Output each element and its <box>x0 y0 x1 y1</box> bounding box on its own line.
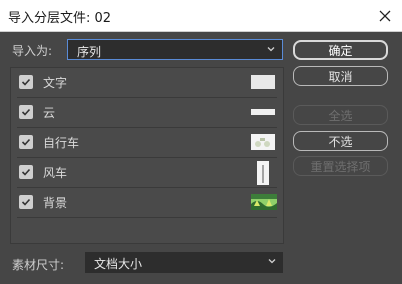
checkmark-icon <box>21 78 31 86</box>
layer-thumbnail <box>251 194 277 210</box>
import-as-select[interactable]: 序列 <box>67 39 283 60</box>
layer-thumbnail <box>251 134 275 150</box>
reset-selection-button[interactable]: 重置选择项 <box>293 156 388 176</box>
import-as-value: 序列 <box>77 45 102 59</box>
layer-row-text[interactable]: 文字 <box>11 68 283 98</box>
footage-size-select[interactable]: 文档大小 <box>85 252 283 273</box>
layer-row-background[interactable]: 背景 <box>11 188 283 218</box>
ok-button[interactable]: 确定 <box>293 40 388 60</box>
checkmark-icon <box>21 138 31 146</box>
checkmark-icon <box>21 108 31 116</box>
title-bar: 导入分层文件: 02 <box>0 0 402 32</box>
checkmark-icon <box>21 198 31 206</box>
layer-thumbnail <box>257 161 269 185</box>
window-title: 导入分层文件: 02 <box>8 11 112 26</box>
select-all-button[interactable]: 全选 <box>293 105 388 125</box>
layer-name: 风车 <box>43 166 68 180</box>
layer-row-bicycle[interactable]: 自行车 <box>11 128 283 158</box>
cancel-button[interactable]: 取消 <box>293 66 388 86</box>
layer-thumbnail <box>251 75 275 89</box>
layer-name: 文字 <box>43 76 68 90</box>
layer-checkbox[interactable] <box>19 195 33 209</box>
chevron-down-icon <box>268 259 276 264</box>
layer-name: 自行车 <box>43 136 80 150</box>
layer-list: 文字 云 自行车 风车 背景 <box>10 67 284 244</box>
layer-checkbox[interactable] <box>19 165 33 179</box>
layer-checkbox[interactable] <box>19 75 33 89</box>
row-divider <box>17 217 277 218</box>
close-button[interactable] <box>368 0 402 32</box>
deselect-button[interactable]: 不选 <box>293 131 388 151</box>
chevron-down-icon <box>267 47 275 52</box>
layer-row-cloud[interactable]: 云 <box>11 98 283 128</box>
checkmark-icon <box>21 168 31 176</box>
layer-name: 云 <box>43 106 56 120</box>
layer-row-windmill[interactable]: 风车 <box>11 158 283 188</box>
layer-thumbnail <box>251 109 275 115</box>
layer-name: 背景 <box>43 196 68 210</box>
import-as-label: 导入为: <box>12 44 53 58</box>
footage-size-label: 素材尺寸: <box>12 258 65 272</box>
footage-size-value: 文档大小 <box>94 257 143 271</box>
close-icon <box>379 10 391 22</box>
layer-checkbox[interactable] <box>19 105 33 119</box>
layer-checkbox[interactable] <box>19 135 33 149</box>
